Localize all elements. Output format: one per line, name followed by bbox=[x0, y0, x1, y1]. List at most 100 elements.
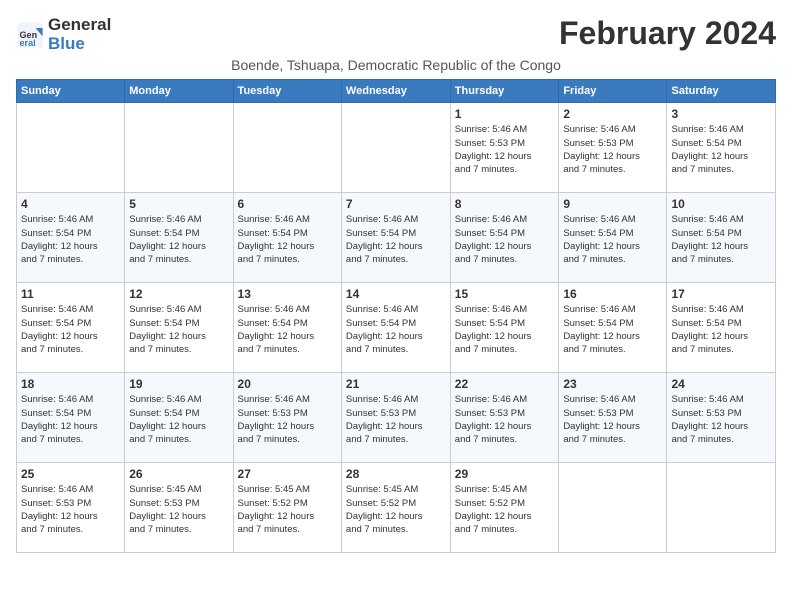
day-number: 16 bbox=[563, 287, 662, 301]
day-info: Sunrise: 5:45 AMSunset: 5:52 PMDaylight:… bbox=[346, 483, 446, 536]
svg-text:eral: eral bbox=[20, 38, 36, 48]
day-number: 12 bbox=[129, 287, 228, 301]
calendar-cell: 1 Sunrise: 5:46 AMSunset: 5:53 PMDaylight… bbox=[450, 103, 559, 193]
day-info: Sunrise: 5:46 AMSunset: 5:53 PMDaylight:… bbox=[563, 393, 662, 446]
calendar-cell: 10 Sunrise: 5:46 AMSunset: 5:54 PMDayligh… bbox=[667, 193, 776, 283]
calendar-cell bbox=[341, 103, 450, 193]
col-header-wednesday: Wednesday bbox=[341, 80, 450, 103]
calendar-cell: 17 Sunrise: 5:46 AMSunset: 5:54 PMDayligh… bbox=[667, 283, 776, 373]
day-info: Sunrise: 5:46 AMSunset: 5:53 PMDaylight:… bbox=[238, 393, 337, 446]
calendar-cell: 5 Sunrise: 5:46 AMSunset: 5:54 PMDaylight… bbox=[125, 193, 233, 283]
day-info: Sunrise: 5:46 AMSunset: 5:54 PMDaylight:… bbox=[346, 303, 446, 356]
calendar-cell bbox=[17, 103, 125, 193]
day-info: Sunrise: 5:46 AMSunset: 5:54 PMDaylight:… bbox=[671, 213, 771, 266]
day-info: Sunrise: 5:46 AMSunset: 5:54 PMDaylight:… bbox=[563, 303, 662, 356]
calendar-cell: 3Sunrise: 5:46 AMSunset: 5:54 PMDaylight… bbox=[667, 103, 776, 193]
day-number: 3 bbox=[671, 107, 771, 121]
day-info: Sunrise: 5:45 AMSunset: 5:52 PMDaylight:… bbox=[455, 483, 555, 536]
day-info: Sunrise: 5:46 AMSunset: 5:53 PMDaylight:… bbox=[21, 483, 120, 536]
day-number: 13 bbox=[238, 287, 337, 301]
calendar-cell: 23 Sunrise: 5:46 AMSunset: 5:53 PMDayligh… bbox=[559, 373, 667, 463]
day-number: 27 bbox=[238, 467, 337, 481]
calendar-cell: 21 Sunrise: 5:46 AMSunset: 5:53 PMDayligh… bbox=[341, 373, 450, 463]
calendar-cell: 7 Sunrise: 5:46 AMSunset: 5:54 PMDaylight… bbox=[341, 193, 450, 283]
logo-blue: Blue bbox=[48, 35, 111, 54]
day-number: 11 bbox=[21, 287, 120, 301]
day-info: Sunrise: 5:46 AMSunset: 5:54 PMDaylight:… bbox=[455, 213, 555, 266]
day-info: Sunrise: 5:46 AMSunset: 5:54 PMDaylight:… bbox=[346, 213, 446, 266]
calendar-cell: 19 Sunrise: 5:46 AMSunset: 5:54 PMDayligh… bbox=[125, 373, 233, 463]
col-header-tuesday: Tuesday bbox=[233, 80, 341, 103]
day-info: Sunrise: 5:46 AMSunset: 5:54 PMDaylight:… bbox=[21, 303, 120, 356]
calendar-table: SundayMondayTuesdayWednesdayThursdayFrid… bbox=[16, 79, 776, 553]
col-header-friday: Friday bbox=[559, 80, 667, 103]
day-number: 2 bbox=[563, 107, 662, 121]
day-number: 23 bbox=[563, 377, 662, 391]
day-number: 29 bbox=[455, 467, 555, 481]
day-number: 17 bbox=[671, 287, 771, 301]
day-number: 28 bbox=[346, 467, 446, 481]
day-number: 1 bbox=[455, 107, 555, 121]
calendar-cell bbox=[125, 103, 233, 193]
calendar-cell: 20 Sunrise: 5:46 AMSunset: 5:53 PMDayligh… bbox=[233, 373, 341, 463]
calendar-cell: 12 Sunrise: 5:46 AMSunset: 5:54 PMDayligh… bbox=[125, 283, 233, 373]
calendar-cell: 24 Sunrise: 5:46 AMSunset: 5:53 PMDayligh… bbox=[667, 373, 776, 463]
calendar-cell bbox=[559, 463, 667, 553]
day-info: Sunrise: 5:46 AMSunset: 5:53 PMDaylight:… bbox=[455, 393, 555, 446]
day-info: Sunrise: 5:45 AMSunset: 5:52 PMDaylight:… bbox=[238, 483, 337, 536]
day-number: 15 bbox=[455, 287, 555, 301]
col-header-saturday: Saturday bbox=[667, 80, 776, 103]
calendar-cell: 25 Sunrise: 5:46 AMSunset: 5:53 PMDayligh… bbox=[17, 463, 125, 553]
day-info: Sunrise: 5:46 AMSunset: 5:53 PMDaylight:… bbox=[671, 393, 771, 446]
logo-icon: Gen eral bbox=[16, 21, 44, 49]
day-number: 4 bbox=[21, 197, 120, 211]
page-subtitle: Boende, Tshuapa, Democratic Republic of … bbox=[16, 57, 776, 73]
calendar-cell: 18 Sunrise: 5:46 AMSunset: 5:54 PMDayligh… bbox=[17, 373, 125, 463]
day-info: Sunrise: 5:46 AMSunset: 5:54 PMDaylight:… bbox=[21, 213, 120, 266]
calendar-cell: 22 Sunrise: 5:46 AMSunset: 5:53 PMDayligh… bbox=[450, 373, 559, 463]
calendar-cell: 29 Sunrise: 5:45 AMSunset: 5:52 PMDayligh… bbox=[450, 463, 559, 553]
calendar-cell: 15 Sunrise: 5:46 AMSunset: 5:54 PMDayligh… bbox=[450, 283, 559, 373]
day-info: Sunrise: 5:46 AMSunset: 5:53 PMDaylight:… bbox=[346, 393, 446, 446]
day-number: 8 bbox=[455, 197, 555, 211]
day-number: 5 bbox=[129, 197, 228, 211]
col-header-thursday: Thursday bbox=[450, 80, 559, 103]
day-number: 20 bbox=[238, 377, 337, 391]
calendar-cell: 2 Sunrise: 5:46 AMSunset: 5:53 PMDaylight… bbox=[559, 103, 667, 193]
calendar-cell: 27 Sunrise: 5:45 AMSunset: 5:52 PMDayligh… bbox=[233, 463, 341, 553]
calendar-cell: 26Sunrise: 5:45 AMSunset: 5:53 PMDayligh… bbox=[125, 463, 233, 553]
day-number: 6 bbox=[238, 197, 337, 211]
day-info: Sunrise: 5:46 AMSunset: 5:54 PMDaylight:… bbox=[129, 303, 228, 356]
day-info: Sunrise: 5:46 AMSunset: 5:54 PMDaylight:… bbox=[129, 213, 228, 266]
day-info: Sunrise: 5:46 AMSunset: 5:53 PMDaylight:… bbox=[455, 123, 555, 176]
calendar-cell: 8 Sunrise: 5:46 AMSunset: 5:54 PMDaylight… bbox=[450, 193, 559, 283]
day-number: 7 bbox=[346, 197, 446, 211]
day-number: 21 bbox=[346, 377, 446, 391]
day-number: 24 bbox=[671, 377, 771, 391]
page-title: February 2024 bbox=[559, 16, 776, 51]
day-number: 22 bbox=[455, 377, 555, 391]
col-header-sunday: Sunday bbox=[17, 80, 125, 103]
calendar-cell: 28 Sunrise: 5:45 AMSunset: 5:52 PMDayligh… bbox=[341, 463, 450, 553]
calendar-cell: 11 Sunrise: 5:46 AMSunset: 5:54 PMDayligh… bbox=[17, 283, 125, 373]
calendar-cell bbox=[233, 103, 341, 193]
day-info: Sunrise: 5:46 AMSunset: 5:54 PMDaylight:… bbox=[129, 393, 228, 446]
day-number: 25 bbox=[21, 467, 120, 481]
calendar-cell: 16 Sunrise: 5:46 AMSunset: 5:54 PMDayligh… bbox=[559, 283, 667, 373]
day-number: 19 bbox=[129, 377, 228, 391]
day-info: Sunrise: 5:46 AMSunset: 5:54 PMDaylight:… bbox=[455, 303, 555, 356]
day-number: 18 bbox=[21, 377, 120, 391]
day-info: Sunrise: 5:45 AMSunset: 5:53 PMDaylight:… bbox=[129, 483, 228, 536]
day-number: 10 bbox=[671, 197, 771, 211]
logo-general: General bbox=[48, 16, 111, 35]
day-info: Sunrise: 5:46 AMSunset: 5:54 PMDaylight:… bbox=[21, 393, 120, 446]
day-info: Sunrise: 5:46 AMSunset: 5:54 PMDaylight:… bbox=[238, 213, 337, 266]
col-header-monday: Monday bbox=[125, 80, 233, 103]
calendar-cell: 14 Sunrise: 5:46 AMSunset: 5:54 PMDayligh… bbox=[341, 283, 450, 373]
day-info: Sunrise: 5:46 AMSunset: 5:54 PMDaylight:… bbox=[671, 303, 771, 356]
calendar-cell: 6 Sunrise: 5:46 AMSunset: 5:54 PMDaylight… bbox=[233, 193, 341, 283]
calendar-cell bbox=[667, 463, 776, 553]
day-info: Sunrise: 5:46 AMSunset: 5:53 PMDaylight:… bbox=[563, 123, 662, 176]
day-number: 14 bbox=[346, 287, 446, 301]
calendar-cell: 13Sunrise: 5:46 AMSunset: 5:54 PMDayligh… bbox=[233, 283, 341, 373]
